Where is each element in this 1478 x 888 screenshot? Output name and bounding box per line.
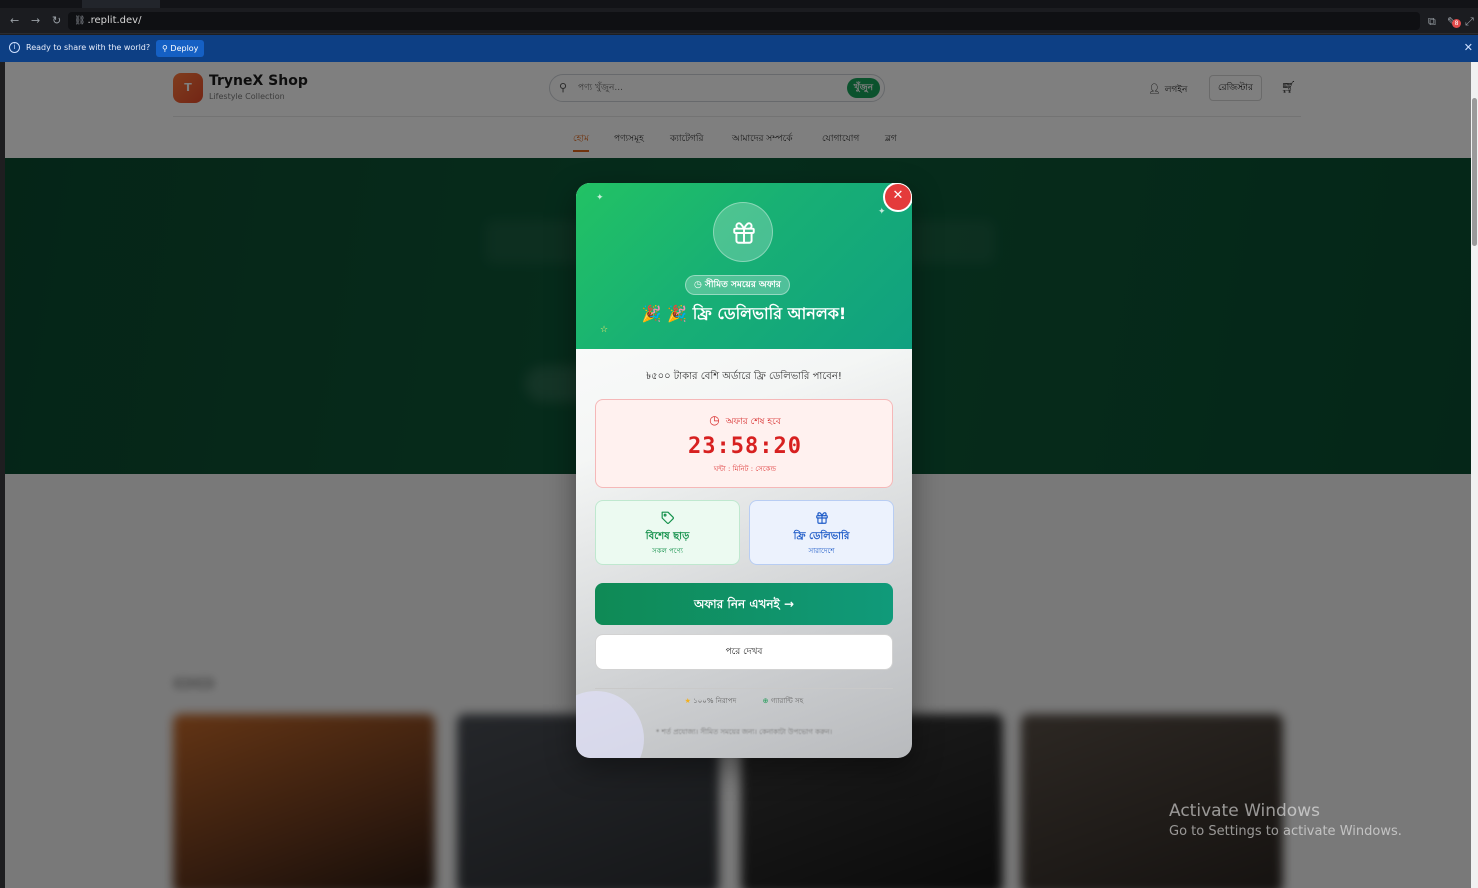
activate-title: Activate Windows [1169, 801, 1320, 821]
gift-icon [713, 202, 773, 262]
offer-subtitle: ৳৫০০ টাকার বেশি অর্ডারে ফ্রি ডেলিভারি পা… [646, 371, 842, 382]
feature-delivery-subtitle: সারাদেশে [808, 547, 835, 555]
countdown-title: ◷ অফার শেষ হবে [596, 413, 894, 429]
modal-divider [595, 688, 893, 689]
back-icon[interactable]: ← [10, 14, 19, 28]
claim-offer-button[interactable]: অফার নিন এখনই → [595, 583, 893, 625]
gift-icon [750, 510, 893, 529]
scrollbar-thumb[interactable] [1472, 98, 1477, 246]
countdown-units: ঘন্টা : মিনিট : সেকেন্ড [713, 465, 777, 473]
countdown-timer: 23:58:20 [688, 434, 802, 459]
tab-strip [0, 0, 1478, 8]
modal-close-button[interactable]: ✕ [883, 183, 912, 212]
windows-activation-watermark: Activate Windows Go to Settings to activ… [1169, 801, 1402, 839]
tag-icon [596, 510, 739, 529]
badge-label: সীমিত সময়ের অফার [705, 280, 781, 290]
countdown-box: ◷ অফার শেষ হবে 23:58:20 ঘন্টা : মিনিট : স… [595, 399, 893, 488]
feature-discount-card: বিশেষ ছাড় সকল পণ্যে [595, 500, 740, 565]
reload-icon[interactable]: ↻ [52, 14, 61, 28]
alarm-clock-icon: ◷ [709, 413, 720, 427]
secure-label: ১০০% নিরাপদ [693, 697, 737, 705]
open-external-icon[interactable]: ⤢ [1465, 15, 1474, 29]
notification-badge: 8 [1452, 19, 1461, 28]
feature-delivery-title: ফ্রি ডেলিভারি [793, 531, 850, 542]
link-icon: ⛓ [74, 16, 86, 26]
clock-icon: ◷ [694, 280, 702, 290]
devices-icon[interactable]: ⧉ [1428, 15, 1436, 29]
modal-header: ✦ ✦ ☆ ◷ সীমিত সময়ের অফার 🎉 🎉 ফ্রি ডেলিভ… [576, 183, 912, 349]
address-bar-area: ← → ↻ ⛓.replit.dev/ ⧉ ✎ 8 ⤢ [0, 8, 1478, 34]
feature-discount-subtitle: সকল পণ্যে [652, 547, 683, 555]
url-text: .replit.dev/ [87, 15, 142, 26]
modal-headline: 🎉 🎉 ফ্রি ডেলিভারি আনলক! [641, 304, 847, 323]
arrow-right-icon: → [783, 597, 795, 611]
see-later-button[interactable]: পরে দেখব [595, 634, 893, 670]
sparkle-icon: ✦ [878, 207, 886, 217]
deploy-label: Deploy [170, 44, 199, 53]
offer-modal: ✦ ✦ ☆ ◷ সীমিত সময়ের অফার 🎉 🎉 ফ্রি ডেলিভ… [576, 183, 912, 758]
guarantee-label: গ্যারান্টি সহ [770, 697, 804, 705]
shield-icon: ⊕ [762, 697, 769, 705]
browser-tab[interactable] [82, 0, 160, 8]
info-icon: i [9, 42, 20, 53]
star-icon: ★ [684, 697, 691, 705]
countdown-title-label: অফার শেষ হবে [725, 417, 781, 427]
activate-subtitle: Go to Settings to activate Windows. [1169, 824, 1402, 839]
infobar-message: Ready to share with the world? [26, 43, 151, 52]
close-icon[interactable]: ✕ [1464, 41, 1473, 54]
terms-footnote: * শর্ত প্রযোজ্য। সীমিত সময়ের জন্য। কেনা… [655, 728, 833, 736]
url-input[interactable]: ⛓ .replit.dev/ [68, 12, 1420, 30]
feature-delivery-card: ফ্রি ডেলিভারি সারাদেশে [749, 500, 894, 565]
feature-discount-title: বিশেষ ছাড় [645, 531, 690, 542]
deploy-button[interactable]: ⚲ Deploy [156, 40, 205, 57]
deploy-infobar: i Ready to share with the world? ⚲ Deplo… [0, 35, 1478, 62]
claim-offer-label: অফার নিন এখনই [693, 597, 780, 611]
sparkle-icon: ✦ [596, 193, 604, 203]
limited-offer-badge: ◷ সীমিত সময়ের অফার [685, 275, 790, 295]
forward-icon[interactable]: → [31, 14, 40, 28]
